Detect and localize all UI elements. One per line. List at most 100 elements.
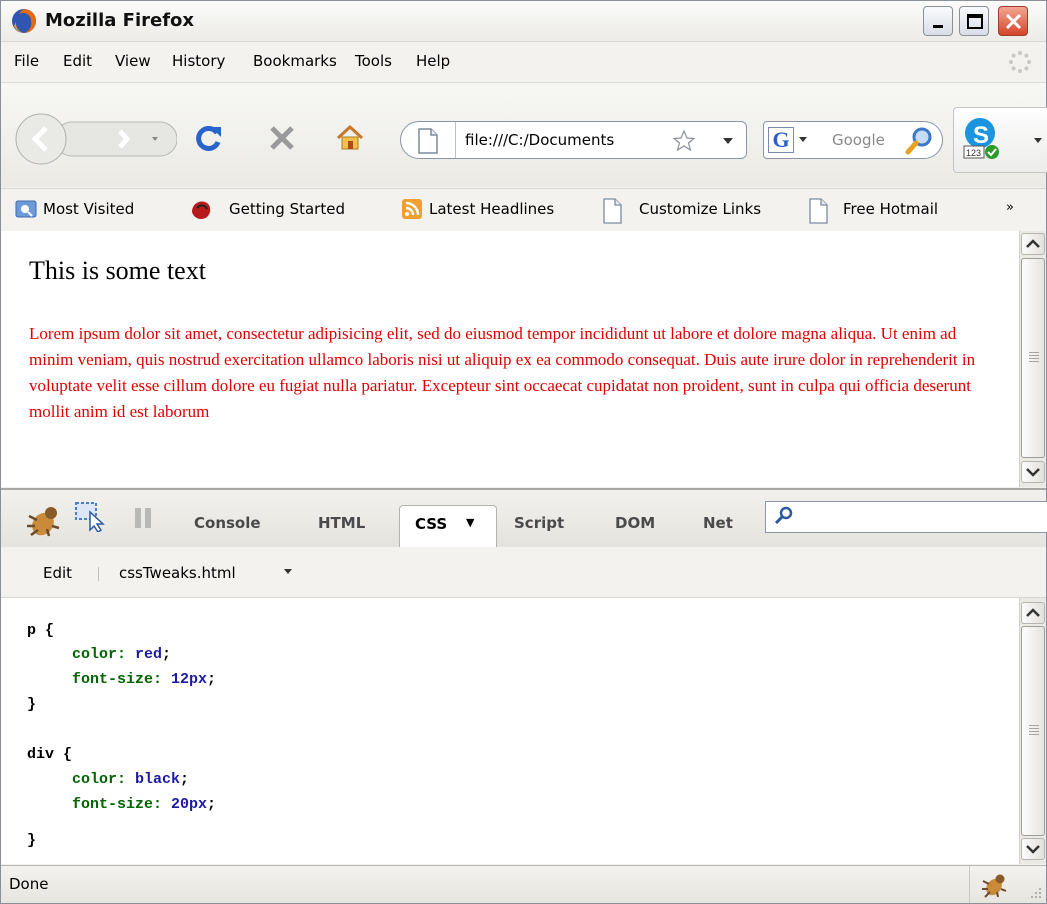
bookmark-label: Latest Headlines (429, 200, 555, 218)
menu-view[interactable]: View (115, 52, 151, 70)
firebug-tab-html[interactable]: HTML (318, 514, 365, 532)
skype-toolbar-button[interactable]: S 123 (953, 107, 1047, 173)
code-line: } (27, 832, 37, 849)
firebug-tab-console[interactable]: Console (194, 514, 261, 532)
firebug-tab-css-label: CSS (415, 515, 448, 533)
star-icon[interactable] (672, 129, 696, 153)
url-dropdown-icon[interactable] (723, 138, 733, 144)
bookmark-label: Most Visited (43, 200, 135, 218)
arrow-up-icon (1026, 608, 1040, 617)
content-scrollbar[interactable] (1019, 231, 1046, 487)
pause-icon[interactable] (133, 507, 153, 529)
arrow-down-icon (1026, 468, 1040, 477)
scroll-thumb[interactable] (1021, 626, 1045, 836)
firebug-tab-dom[interactable]: DOM (615, 514, 655, 532)
bookmark-label: Free Hotmail (843, 200, 939, 218)
code-line: } (27, 696, 37, 713)
minimize-button[interactable] (923, 6, 953, 36)
arrow-up-icon (1026, 239, 1040, 248)
css-code-panel[interactable]: p { color: red; font-size: 12px; } div {… (1, 598, 1019, 864)
menu-bookmarks[interactable]: Bookmarks (253, 52, 337, 70)
firebug-icon[interactable] (23, 502, 63, 538)
bookmark-customize-links[interactable]: Customize Links (601, 189, 801, 231)
search-bar[interactable]: G Google (763, 121, 943, 159)
close-icon (1005, 13, 1022, 30)
page-paragraph: Lorem ipsum dolor sit amet, consectetur … (29, 324, 976, 421)
close-button[interactable] (998, 6, 1028, 36)
url-divider (455, 122, 456, 158)
menu-help[interactable]: Help (416, 52, 450, 70)
menu-history[interactable]: History (172, 52, 225, 70)
back-forward-buttons (15, 113, 177, 165)
arrow-down-icon (1026, 845, 1040, 854)
rss-icon (402, 199, 422, 219)
chevron-down-icon[interactable] (284, 569, 292, 574)
home-icon[interactable] (335, 123, 365, 153)
menu-file[interactable]: File (14, 52, 39, 70)
browser-window: Mozilla Firefox File Edit View History B… (0, 0, 1047, 904)
firebug-tab-net[interactable]: Net (703, 514, 733, 532)
code-scrollbar[interactable] (1019, 598, 1046, 864)
bookmarks-overflow-chevron[interactable]: » (1006, 200, 1014, 215)
edit-button[interactable]: Edit (43, 564, 72, 582)
bookmark-latest-headlines[interactable]: Latest Headlines (401, 189, 593, 231)
url-bar[interactable]: file:///C:/Documents (400, 121, 747, 159)
code-line: div { (27, 746, 73, 763)
code-line: p { (27, 622, 55, 639)
resize-grip-icon[interactable] (1027, 886, 1043, 900)
firefox-logo-icon (12, 9, 36, 33)
bookmarks-toolbar: Most Visited Getting Started Latest Head… (1, 188, 1046, 232)
google-engine-icon[interactable]: G (768, 127, 794, 153)
status-text: Done (9, 875, 49, 893)
divider (969, 866, 970, 903)
search-icon[interactable] (904, 126, 934, 156)
scroll-down-button[interactable] (1021, 461, 1045, 483)
reload-icon[interactable] (193, 123, 223, 153)
scroll-thumb[interactable] (1021, 258, 1045, 458)
page-icon (603, 198, 622, 224)
bookmark-free-hotmail[interactable]: Free Hotmail (807, 189, 977, 231)
scroll-up-button[interactable] (1021, 233, 1045, 255)
menu-bar: File Edit View History Bookmarks Tools H… (1, 42, 1046, 83)
skype-dropdown-icon[interactable] (1034, 138, 1042, 143)
bookmark-most-visited[interactable]: Most Visited (15, 189, 185, 231)
divider (98, 567, 99, 581)
menu-edit[interactable]: Edit (63, 52, 92, 70)
maximize-icon (967, 14, 983, 29)
firebug-tab-script[interactable]: Script (514, 514, 564, 532)
minimize-icon (933, 25, 943, 28)
page-content: This is some text Lorem ipsum dolor sit … (1, 231, 1019, 487)
scroll-up-button[interactable] (1021, 602, 1045, 624)
svg-text:123: 123 (966, 148, 981, 158)
stylesheet-selector[interactable]: cssTweaks.html (119, 564, 236, 582)
inspect-icon[interactable] (75, 502, 109, 532)
code-line: font-size: 12px; (72, 671, 217, 688)
search-placeholder: Google (832, 131, 885, 149)
throbber-icon (1009, 51, 1031, 73)
skype-icon: S 123 (963, 118, 999, 159)
firebug-status-icon[interactable] (979, 871, 1009, 899)
url-text[interactable]: file:///C:/Documents (465, 131, 614, 149)
scroll-down-button[interactable] (1021, 838, 1045, 860)
search-icon (774, 506, 793, 525)
stop-icon[interactable] (267, 123, 297, 153)
bookmark-getting-started[interactable]: Getting Started (189, 189, 379, 231)
maximize-button[interactable] (959, 6, 989, 36)
firebug-tab-css[interactable]: CSS ▼ (399, 505, 497, 549)
page-icon (418, 128, 438, 154)
window-title: Mozilla Firefox (45, 10, 195, 31)
navigation-toolbar: file:///C:/Documents G Google S 123 (1, 83, 1047, 187)
chevron-down-icon: ▼ (466, 516, 475, 529)
firebug-search-input[interactable] (765, 501, 1047, 533)
firebug-toolbar: Console HTML CSS ▼ Script DOM Net (1, 488, 1047, 549)
bookmark-label: Getting Started (229, 200, 345, 218)
code-line: color: red; (72, 646, 172, 663)
svg-text:S: S (973, 122, 989, 149)
menu-tools[interactable]: Tools (355, 52, 392, 70)
status-bar: Done (1, 865, 1046, 903)
search-engine-dropdown-icon[interactable] (799, 137, 807, 142)
page-heading: This is some text (29, 256, 206, 285)
title-bar: Mozilla Firefox (1, 1, 1046, 42)
firebug-css-subtoolbar: Edit cssTweaks.html (1, 547, 1046, 598)
firefox-red-icon (192, 201, 211, 220)
